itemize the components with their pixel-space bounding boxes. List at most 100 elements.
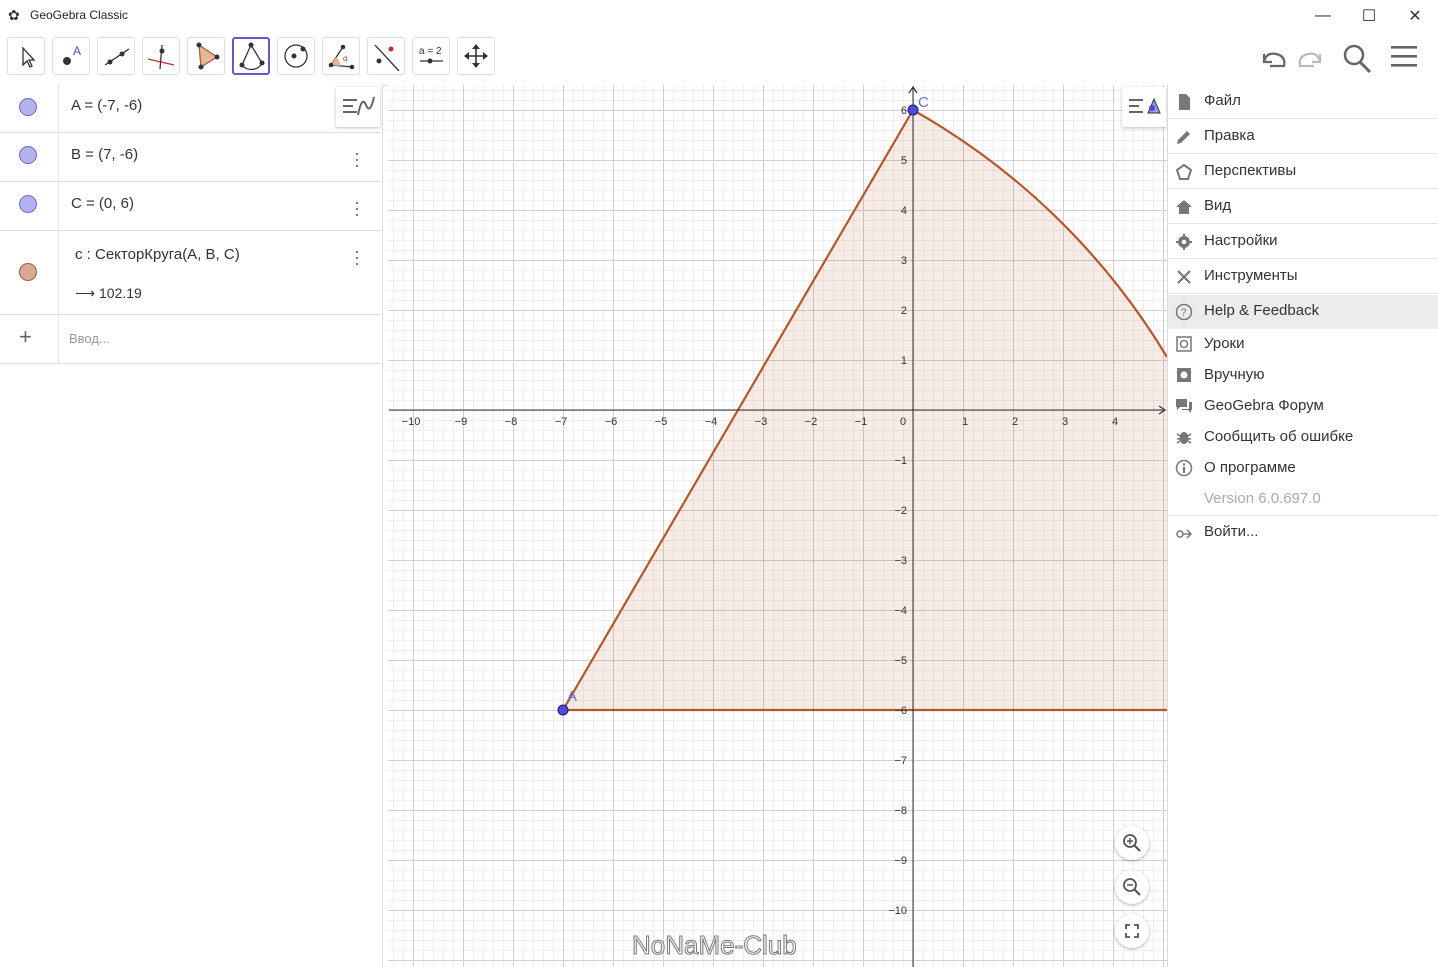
algebra-input-row[interactable]: + Ввод... (0, 314, 381, 364)
angle-tool-button[interactable]: α (322, 37, 360, 75)
menu-label: Уроки (1204, 335, 1245, 352)
more-options-icon[interactable]: · · · (352, 144, 362, 174)
undo-icon (1262, 52, 1286, 68)
tools-icon (1177, 270, 1191, 284)
menu-item-manual[interactable]: Вручную (1168, 360, 1438, 391)
plus-icon[interactable]: + (19, 324, 32, 350)
menu-item-settings[interactable]: Настройки (1168, 225, 1438, 259)
tick-label: −3 (894, 555, 907, 567)
tick-label: −8 (894, 805, 907, 817)
definition-text: A = (-7, -6) (71, 97, 143, 114)
menu-label: Вручную (1204, 366, 1265, 383)
minimize-button[interactable]: — (1300, 0, 1346, 31)
menu-label: Help & Feedback (1204, 302, 1320, 319)
reflect-tool-button[interactable] (367, 37, 405, 75)
maximize-button[interactable]: ☐ (1346, 0, 1392, 31)
search-button[interactable] (1340, 42, 1374, 76)
undo-button[interactable] (1256, 42, 1290, 76)
visibility-toggle[interactable] (19, 263, 37, 281)
graphics-style-button[interactable] (1122, 87, 1166, 127)
algebra-row-B[interactable]: B = (7, -6) · · · (0, 132, 381, 182)
perpendicular-tool-button[interactable] (142, 37, 180, 75)
slider-tool-button[interactable]: a = 2 (412, 37, 450, 75)
slider-icon: a = 2 (419, 46, 443, 64)
zoom-out-button[interactable] (1115, 870, 1149, 904)
menu-label: Перспективы (1204, 162, 1297, 179)
menu-item-file[interactable]: Файл (1168, 85, 1438, 119)
main-menu-panel: Файл Правка Перспективы Вид Настройки Ин… (1167, 85, 1438, 967)
tick-label: 3 (1062, 416, 1068, 428)
tick-label: −5 (894, 655, 907, 667)
cursor-arrow-icon (22, 46, 36, 68)
definition-text: C = (0, 6) (71, 195, 134, 212)
move-view-tool-button[interactable] (457, 37, 495, 75)
point-C-label: C (918, 94, 929, 111)
tick-label: −9 (455, 416, 468, 428)
tick-label: −6 (894, 705, 907, 717)
move-arrows-icon (464, 44, 488, 68)
menu-item-tutorials[interactable]: Уроки (1168, 329, 1438, 360)
title-bar: ✿ GeoGebra Classic — ☐ ✕ (0, 0, 1438, 31)
version-row: Version 6.0.697.0 (1168, 484, 1438, 516)
main-menu-button[interactable] (1388, 42, 1422, 76)
menu-item-report-bug[interactable]: Сообщить об ошибке (1168, 422, 1438, 453)
menu-item-about[interactable]: О программе (1168, 453, 1438, 484)
tick-label: 2 (1012, 416, 1018, 428)
definition-text: B = (7, -6) (71, 146, 139, 163)
svg-text:A: A (73, 44, 81, 58)
definition-text: c : СекторКруга(A, B, C) (75, 246, 240, 263)
algebra-input[interactable]: Ввод... (69, 331, 110, 346)
menu-item-sign-in[interactable]: Войти... (1168, 516, 1438, 550)
algebra-row-sector[interactable]: c : СекторКруга(A, B, C) · · · ⟶ 102.19 (0, 230, 381, 315)
more-options-icon[interactable]: · · · (352, 242, 362, 272)
visibility-toggle-area (0, 85, 59, 132)
tick-label: −2 (894, 505, 907, 517)
point-icon: A (63, 44, 81, 65)
circular-sector-tool-button[interactable] (232, 37, 270, 75)
menu-item-help-feedback[interactable]: ? Help & Feedback (1168, 295, 1438, 329)
visibility-toggle-area (0, 230, 59, 314)
point-tool-button[interactable]: A (52, 37, 90, 75)
menu-label: GeoGebra Форум (1204, 397, 1324, 414)
close-button[interactable]: ✕ (1392, 0, 1438, 31)
svg-text:a = 2: a = 2 (419, 46, 442, 57)
svg-text:?: ? (1181, 307, 1187, 319)
menu-item-tools[interactable]: Инструменты (1168, 260, 1438, 294)
tick-label: −3 (755, 416, 768, 428)
tick-label: 4 (901, 205, 907, 217)
redo-button[interactable] (1294, 42, 1328, 76)
menu-label: Вид (1204, 197, 1232, 214)
value-arrow-icon: ⟶ (75, 285, 96, 301)
polygon-tool-button[interactable] (187, 37, 225, 75)
graphics-view[interactable]: −10 −9 −8 −7 −6 −5 −4 −3 −2 −1 0 1 2 3 4 6 5 4 3 2 1 −1 −2 −3 −4… (388, 85, 1167, 967)
point-C[interactable] (907, 104, 919, 116)
visibility-toggle[interactable] (19, 195, 37, 213)
tick-label: 6 (901, 105, 907, 117)
add-area: + (0, 314, 59, 363)
menu-label: Инструменты (1204, 267, 1298, 284)
menu-item-forum[interactable]: GeoGebra Форум (1168, 391, 1438, 422)
tick-label: −4 (705, 416, 718, 428)
version-text: Version 6.0.697.0 (1204, 490, 1321, 507)
algebra-row-C[interactable]: C = (0, 6) · · · (0, 181, 381, 231)
angle-icon: α (328, 44, 355, 70)
graphics-canvas[interactable]: −10 −9 −8 −7 −6 −5 −4 −3 −2 −1 0 1 2 3 4654321−1−2−3−4… (388, 85, 1167, 967)
zoom-in-button[interactable] (1115, 826, 1149, 860)
menu-item-edit[interactable]: Правка (1168, 120, 1438, 154)
more-options-icon[interactable]: · · · (352, 193, 362, 223)
help-icon: ? (1175, 303, 1193, 321)
circle-tool-button[interactable] (277, 37, 315, 75)
line-tool-button[interactable] (97, 37, 135, 75)
menu-item-perspectives[interactable]: Перспективы (1168, 155, 1438, 189)
visibility-toggle[interactable] (19, 146, 37, 164)
algebra-row-A[interactable]: A = (-7, -6) (0, 85, 381, 133)
tick-label: 2 (901, 305, 907, 317)
menu-item-view[interactable]: Вид (1168, 190, 1438, 224)
perspectives-icon (1175, 163, 1193, 180)
point-A[interactable] (557, 704, 569, 716)
sector-icon (239, 42, 265, 71)
fullscreen-button[interactable] (1115, 914, 1149, 948)
graphics-style-icon (1129, 97, 1161, 114)
visibility-toggle[interactable] (19, 98, 37, 116)
move-tool-button[interactable] (7, 37, 45, 75)
